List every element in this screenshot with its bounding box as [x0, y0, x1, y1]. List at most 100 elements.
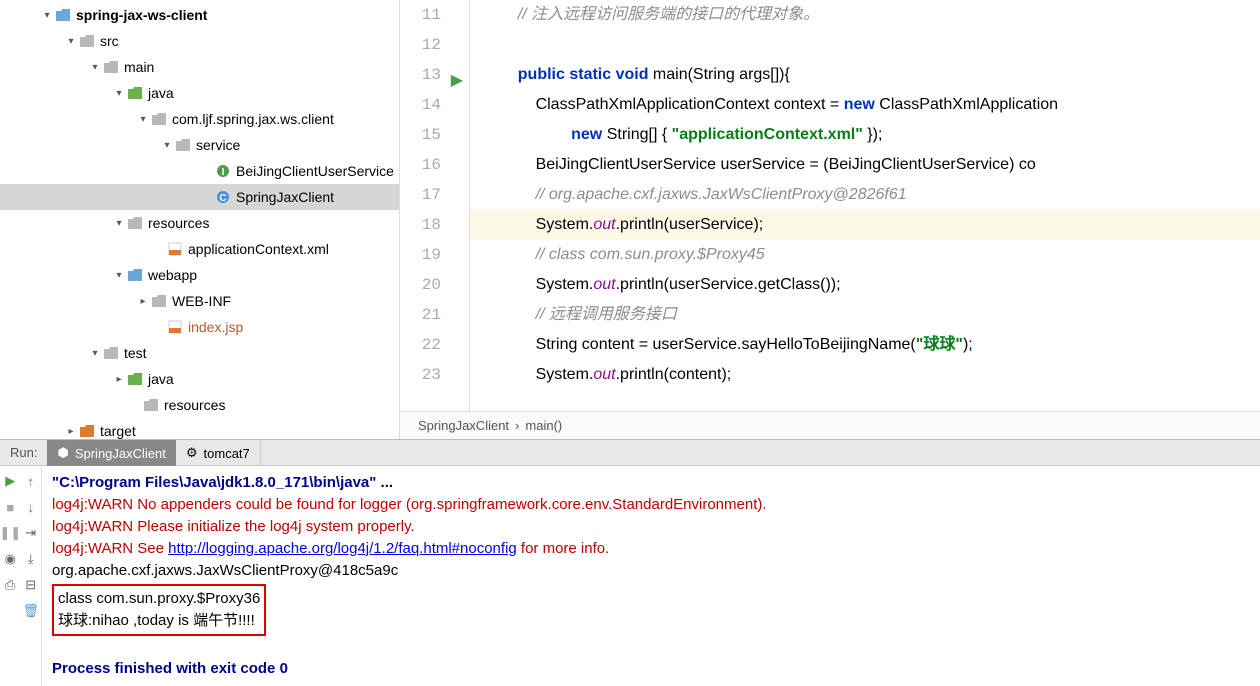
tree-item-index-jsp[interactable]: index.jsp — [0, 314, 399, 340]
tree-label: com.ljf.spring.jax.ws.client — [172, 111, 334, 127]
tree-label: resources — [148, 215, 209, 231]
run-config-icon: ⚙ — [186, 445, 198, 461]
run-header: Run: ⬢ SpringJaxClient ⚙ tomcat7 — [0, 440, 1260, 466]
run-tab-label: SpringJaxClient — [75, 446, 166, 461]
module-icon — [54, 9, 72, 21]
interface-icon: I — [214, 164, 232, 178]
tree-label: BeiJingClientUserService — [236, 163, 394, 179]
run-toolbar: ▶ ■ ❚❚ ◉ ⎙ ↑ ↓ ⇥ ⤓ ⊟ 🗑 — [0, 466, 42, 686]
run-tab-springjaxclient[interactable]: ⬢ SpringJaxClient — [47, 440, 175, 466]
code-line[interactable]: // class com.sun.proxy.$Proxy45 — [470, 240, 1260, 270]
up-icon[interactable]: ↑ — [22, 472, 40, 490]
chevron-down-icon[interactable]: ▾ — [112, 88, 126, 99]
console-output[interactable]: "C:\Program Files\Java\jdk1.8.0_171\bin\… — [42, 466, 1260, 686]
breadcrumb-method[interactable]: main() — [525, 418, 562, 433]
tree-item-webapp[interactable]: ▾ webapp — [0, 262, 399, 288]
tree-label: index.jsp — [188, 319, 243, 335]
run-label: Run: — [0, 445, 47, 460]
down-icon[interactable]: ↓ — [22, 498, 40, 516]
code-line[interactable]: // 远程调用服务接口 — [470, 300, 1260, 330]
tree-item-spring-jax-ws-client[interactable]: ▾spring-jax-ws-client — [0, 2, 399, 28]
class-icon: C — [214, 190, 232, 204]
console-line — [52, 636, 1250, 658]
tree-label: src — [100, 33, 119, 49]
code-line[interactable]: // org.apache.cxf.jaxws.JaxWsClientProxy… — [470, 180, 1260, 210]
code-line[interactable]: public static void main(String args[]){ — [470, 60, 1260, 90]
tree-item-springjaxclient[interactable]: CSpringJaxClient — [0, 184, 399, 210]
print-icon[interactable]: ⎙ — [1, 576, 19, 594]
chevron-down-icon[interactable]: ▾ — [160, 140, 174, 151]
chevron-right-icon[interactable]: ▸ — [112, 374, 126, 385]
tree-item-test[interactable]: ▾test — [0, 340, 399, 366]
tree-item-java[interactable]: ▾java — [0, 80, 399, 106]
tree-item-com-ljf-spring-jax-ws-client[interactable]: ▾ com.ljf.spring.jax.ws.client — [0, 106, 399, 132]
folder-web-icon — [126, 269, 144, 281]
pause-icon[interactable]: ❚❚ — [1, 524, 19, 542]
tree-item-resources[interactable]: resources — [0, 392, 399, 418]
package-icon — [174, 139, 192, 151]
camera-icon[interactable]: ◉ — [1, 550, 19, 568]
trash-icon[interactable]: 🗑 — [22, 602, 40, 620]
code-line[interactable]: BeiJingClientUserService userService = (… — [470, 150, 1260, 180]
folder-icon — [150, 295, 168, 307]
chevron-right-icon[interactable]: ▸ — [64, 426, 78, 437]
xml-icon — [166, 242, 184, 256]
package-icon — [150, 113, 168, 125]
console-line: log4j:WARN See http://logging.apache.org… — [52, 538, 1250, 560]
rerun-icon[interactable]: ▶ — [1, 472, 19, 490]
console-line: log4j:WARN No appenders could be found f… — [52, 494, 1250, 516]
console-line: log4j:WARN Please initialize the log4j s… — [52, 516, 1250, 538]
scroll-icon[interactable]: ⤓ — [22, 550, 40, 568]
stop-icon[interactable]: ■ — [1, 498, 19, 516]
code-line[interactable]: new String[] { "applicationContext.xml" … — [470, 120, 1260, 150]
project-tree[interactable]: ▾spring-jax-ws-client▾src▾main▾java▾com.… — [0, 0, 400, 439]
tree-item-web-inf[interactable]: ▸ WEB-INF — [0, 288, 399, 314]
tree-label: main — [124, 59, 154, 75]
tree-label: resources — [164, 397, 225, 413]
code-line[interactable]: // 注入远程访问服务端的接口的代理对象。 — [470, 0, 1260, 30]
tree-item-resources[interactable]: ▾ resources — [0, 210, 399, 236]
tree-item-service[interactable]: ▾service — [0, 132, 399, 158]
wrap-icon[interactable]: ⇥ — [22, 524, 40, 542]
console-line: "C:\Program Files\Java\jdk1.8.0_171\bin\… — [52, 472, 1250, 494]
folder-exc-icon — [78, 425, 96, 437]
folder-res-icon — [142, 399, 160, 411]
run-config-icon: ⬢ — [57, 445, 68, 461]
chevron-down-icon[interactable]: ▾ — [64, 36, 78, 47]
run-tab-tomcat7[interactable]: ⚙ tomcat7 — [176, 440, 261, 466]
console-link[interactable]: http://logging.apache.org/log4j/1.2/faq.… — [168, 540, 517, 557]
chevron-down-icon[interactable]: ▾ — [112, 270, 126, 281]
tree-item-java[interactable]: ▸java — [0, 366, 399, 392]
chevron-down-icon[interactable]: ▾ — [136, 114, 150, 125]
folder-src-icon — [126, 87, 144, 99]
code-line[interactable]: System.out.println(userService.getClass(… — [470, 270, 1260, 300]
tree-label: webapp — [148, 267, 197, 283]
tree-item-main[interactable]: ▾ main — [0, 54, 399, 80]
filter-icon[interactable]: ⊟ — [22, 576, 40, 594]
code-line[interactable]: System.out.println(content); — [470, 360, 1260, 390]
chevron-down-icon[interactable]: ▾ — [88, 348, 102, 359]
code-line[interactable]: System.out.println(userService); — [470, 210, 1260, 240]
code-line[interactable] — [470, 30, 1260, 60]
tree-label: WEB-INF — [172, 293, 231, 309]
code-line[interactable]: String content = userService.sayHelloToB… — [470, 330, 1260, 360]
tree-item-applicationcontext-xml[interactable]: applicationContext.xml — [0, 236, 399, 262]
console-line: org.apache.cxf.jaxws.JaxWsClientProxy@41… — [52, 560, 1250, 582]
code-line[interactable]: ClassPathXmlApplicationContext context =… — [470, 90, 1260, 120]
breadcrumb-class[interactable]: SpringJaxClient — [418, 418, 509, 433]
folder-src-icon — [126, 373, 144, 385]
tree-item-target[interactable]: ▸target — [0, 418, 399, 439]
editor-pane: 111213▶14151617181920212223 // 注入远程访问服务端… — [400, 0, 1260, 439]
tree-item-src[interactable]: ▾ src — [0, 28, 399, 54]
folder-icon — [102, 61, 120, 73]
run-tab-label: tomcat7 — [204, 446, 250, 461]
chevron-right-icon[interactable]: ▸ — [136, 296, 150, 307]
chevron-down-icon[interactable]: ▾ — [112, 218, 126, 229]
chevron-down-icon[interactable]: ▾ — [88, 62, 102, 73]
code-lines[interactable]: // 注入远程访问服务端的接口的代理对象。 public static void… — [470, 0, 1260, 411]
chevron-down-icon[interactable]: ▾ — [40, 10, 54, 21]
breadcrumb[interactable]: SpringJaxClient › main() — [400, 411, 1260, 439]
tree-item-beijingclientuserservice[interactable]: I BeiJingClientUserService — [0, 158, 399, 184]
chevron-right-icon: › — [515, 418, 519, 433]
run-panel: Run: ⬢ SpringJaxClient ⚙ tomcat7 ▶ ■ ❚❚ ◉ ⎙… — [0, 439, 1260, 679]
